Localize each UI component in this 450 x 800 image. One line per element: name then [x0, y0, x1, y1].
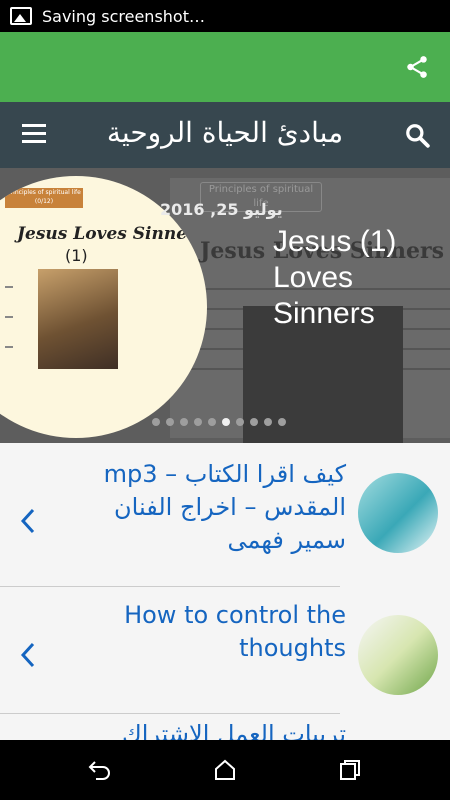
slide-date: يوليو 25, 2016: [160, 200, 283, 219]
list-item-title[interactable]: How to control the thoughts: [56, 599, 346, 665]
list-item-title[interactable]: تربيات العمل الاشتراك: [56, 718, 346, 740]
post-list: mp3 – كيف اقرا الكتاب المقدس – اخراج الف…: [0, 443, 450, 740]
list-item-title[interactable]: mp3 – كيف اقرا الكتاب المقدس – اخراج الف…: [56, 458, 346, 557]
home-icon[interactable]: [212, 758, 238, 782]
featured-slider[interactable]: Principles of spiritual life Jesus Loves…: [0, 168, 450, 443]
page-title: مبادئ الحياة الروحية: [106, 116, 344, 149]
list-item[interactable]: mp3 – كيف اقرا الكتاب المقدس – اخراج الف…: [0, 443, 450, 586]
thumbnail-caption: Jesus Loves Sinners: [17, 224, 206, 244]
status-text: Saving screenshot…: [42, 6, 205, 26]
search-icon[interactable]: [404, 122, 430, 148]
slider-dots[interactable]: [152, 418, 286, 426]
status-bar: Saving screenshot…: [0, 0, 450, 32]
list-item-thumbnail: [358, 473, 438, 553]
menu-icon[interactable]: [22, 124, 46, 144]
thumbnail-header: Principles of spiritual life (0/12): [5, 188, 83, 208]
share-icon[interactable]: [404, 54, 430, 80]
thumbnail-picture: [38, 269, 118, 369]
list-item-thumbnail: [358, 615, 438, 695]
chevron-left-icon[interactable]: [18, 507, 38, 535]
recents-icon[interactable]: [337, 758, 363, 782]
thumbnail-subcaption: (1): [65, 246, 88, 265]
slide-title[interactable]: Jesus (1) Loves Sinners: [273, 224, 433, 332]
list-item[interactable]: تربيات العمل الاشتراك: [0, 714, 450, 740]
list-item[interactable]: How to control the thoughts: [0, 587, 450, 713]
back-icon[interactable]: [87, 758, 113, 782]
chevron-left-icon[interactable]: [18, 641, 38, 669]
top-action-bar: [0, 32, 450, 102]
app-bar: مبادئ الحياة الروحية: [0, 102, 450, 168]
image-icon: [10, 7, 32, 25]
system-navigation-bar: [0, 740, 450, 800]
